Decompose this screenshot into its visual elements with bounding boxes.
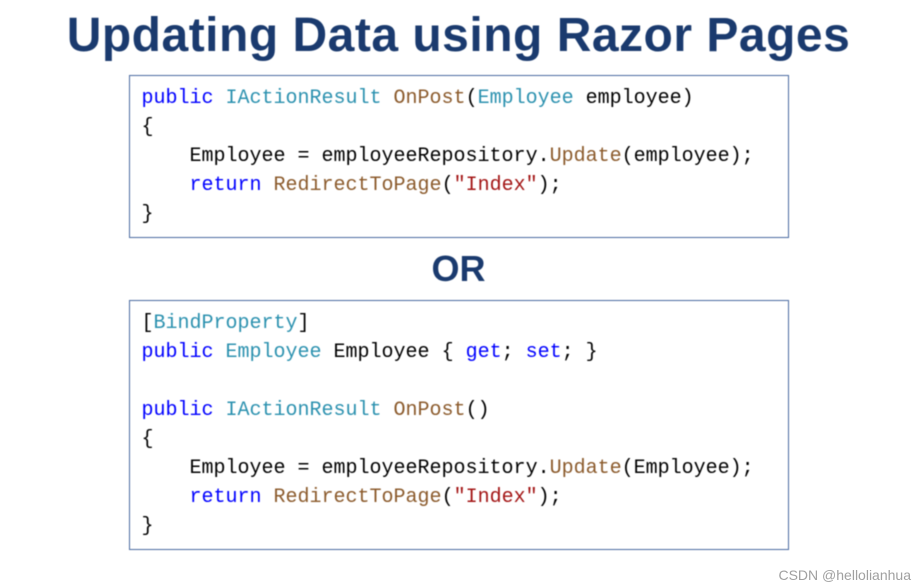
code-block-1: public IActionResult OnPost(Employee emp…: [129, 75, 789, 238]
code-token: (): [466, 399, 490, 422]
code-token: (: [442, 486, 454, 509]
code-token: RedirectToPage: [274, 174, 442, 197]
code-token: ]: [298, 312, 310, 335]
code-token: Update: [550, 457, 622, 480]
code-token: public: [142, 399, 226, 422]
code-token: public: [142, 87, 226, 110]
code-token: );: [538, 486, 562, 509]
watermark-text: CSDN @hellolianhua: [778, 567, 911, 583]
code-token: set: [526, 341, 562, 364]
code-token: employee: [586, 87, 682, 110]
code-token: [: [142, 312, 154, 335]
code-token: RedirectToPage: [274, 486, 442, 509]
code-token: [142, 174, 190, 197]
code-pre-2: [BindProperty] public Employee Employee …: [142, 309, 776, 541]
code-token: (: [466, 87, 478, 110]
code-token: ; }: [562, 341, 598, 364]
code-token: }: [142, 203, 154, 226]
code-token: (employee);: [622, 145, 754, 168]
code-token: Employee: [226, 341, 334, 364]
code-token: BindProperty: [154, 312, 298, 335]
code-token: Update: [550, 145, 622, 168]
code-token: );: [538, 174, 562, 197]
code-token: Employee = employeeRepository.: [142, 457, 550, 480]
code-token: Employee: [478, 87, 586, 110]
code-token: OnPost: [394, 87, 466, 110]
code-token: public: [142, 341, 226, 364]
code-token: "Index": [454, 486, 538, 509]
code-token: return: [190, 486, 274, 509]
code-token: Employee {: [334, 341, 466, 364]
code-token: }: [142, 515, 154, 538]
code-token: IActionResult: [226, 87, 394, 110]
code-token: "Index": [454, 174, 538, 197]
code-token: ): [682, 87, 694, 110]
code-token: (Employee);: [622, 457, 754, 480]
code-token: ;: [502, 341, 526, 364]
code-token: [142, 486, 190, 509]
code-token: IActionResult: [226, 399, 394, 422]
code-token: {: [142, 116, 154, 139]
code-token: (: [442, 174, 454, 197]
page-title: Updating Data using Razor Pages: [0, 8, 917, 63]
code-token: Employee = employeeRepository.: [142, 145, 550, 168]
code-token: get: [466, 341, 502, 364]
code-block-2: [BindProperty] public Employee Employee …: [129, 300, 789, 550]
code-pre-1: public IActionResult OnPost(Employee emp…: [142, 84, 776, 229]
code-token: OnPost: [394, 399, 466, 422]
code-token: return: [190, 174, 274, 197]
or-label: OR: [0, 248, 917, 290]
code-token: {: [142, 428, 154, 451]
